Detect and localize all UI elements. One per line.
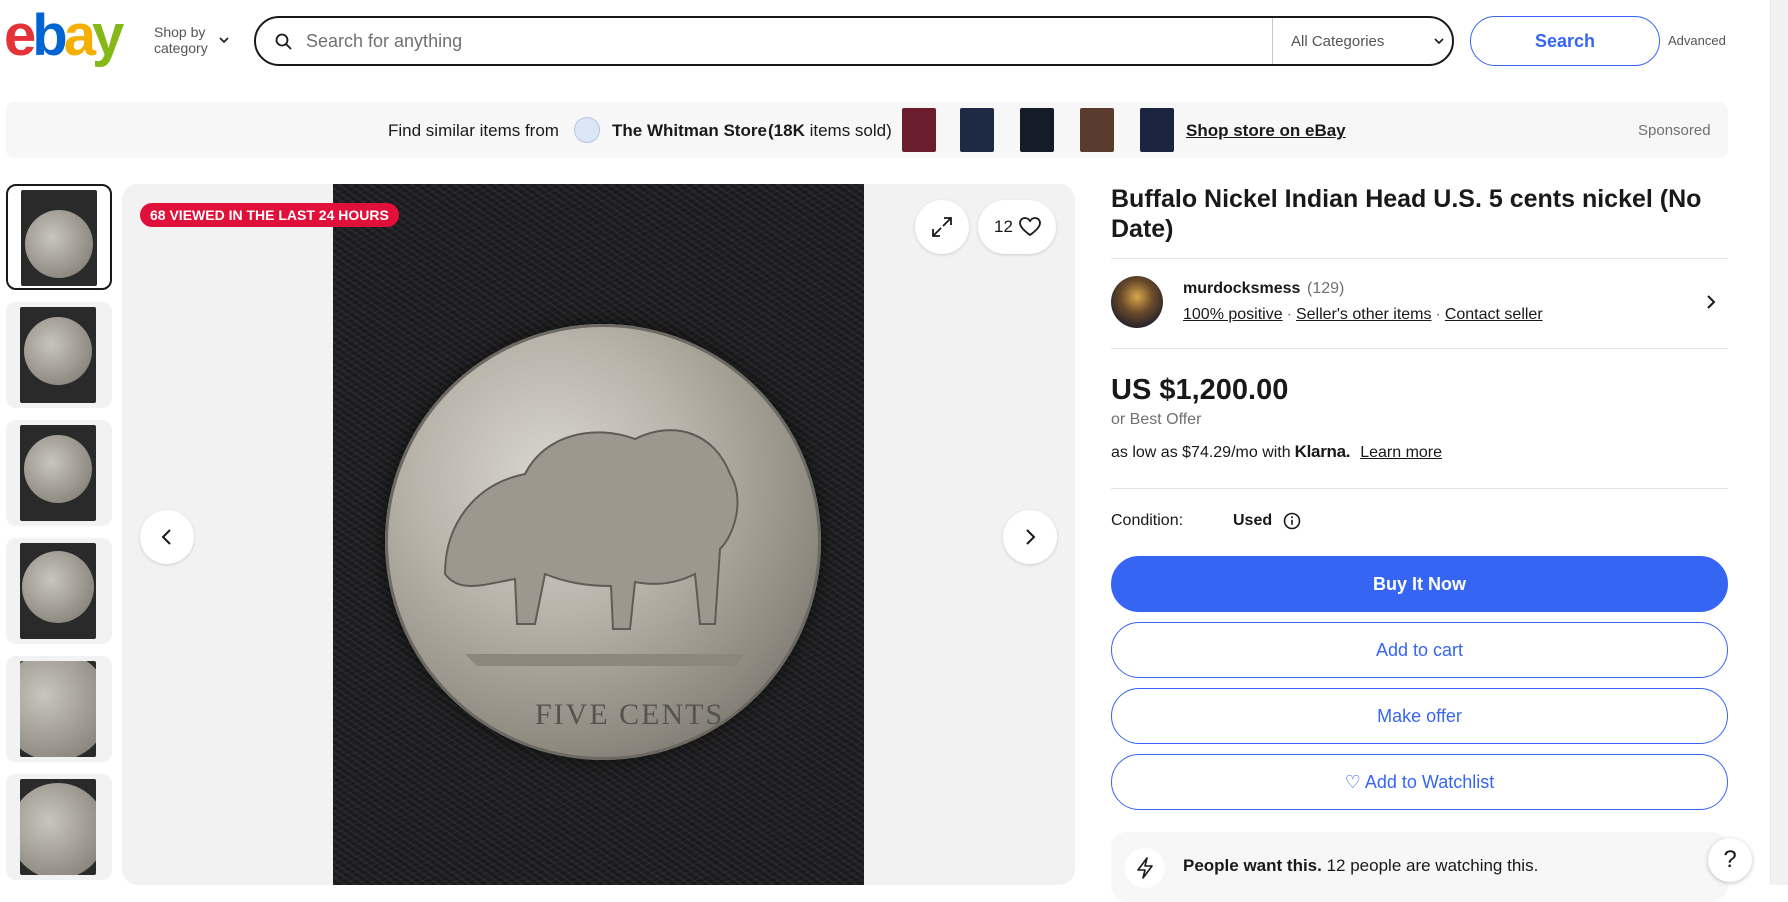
thumbnail-image: [21, 190, 97, 286]
price: US $1,200.00: [1111, 374, 1289, 406]
store-item-thumb[interactable]: [902, 108, 936, 152]
seller-name[interactable]: murdocksmess: [1183, 280, 1300, 298]
previous-image-button[interactable]: [140, 510, 194, 564]
klarna-logo: Klarna.: [1294, 442, 1351, 461]
thumbnail[interactable]: [6, 420, 112, 526]
items-sold-text: items sold): [809, 121, 892, 140]
store-item-thumb[interactable]: [1020, 108, 1054, 152]
people-want-text: People want this. 12 people are watching…: [1183, 856, 1538, 876]
thumbnail-image: [20, 661, 96, 757]
seller-other-items-link[interactable]: Seller's other items: [1296, 306, 1432, 323]
condition-value: Used: [1233, 512, 1273, 529]
thumbnail-image: [20, 779, 96, 875]
chevron-down-icon[interactable]: [218, 34, 230, 46]
positive-feedback-link[interactable]: 100% positive: [1183, 306, 1283, 323]
seller-links: 100% positive · Seller's other items · Conta…: [1183, 306, 1543, 323]
heart-icon: [1019, 217, 1041, 237]
listing-title: Buffalo Nickel Indian Head U.S. 5 cents …: [1111, 185, 1702, 243]
ebay-logo[interactable]: ebay: [4, 6, 138, 66]
search-bar: All Categories: [254, 16, 1454, 66]
chevron-left-icon: [161, 529, 171, 545]
thumbnail-image: [20, 425, 96, 521]
category-label: All Categories: [1291, 33, 1385, 50]
chevron-down-icon: [1434, 38, 1444, 45]
store-item-thumb[interactable]: [960, 108, 994, 152]
contact-seller-link[interactable]: Contact seller: [1445, 306, 1543, 323]
watch-count: 12: [994, 217, 1013, 236]
divider: [1111, 258, 1728, 259]
search-icon: [275, 33, 292, 50]
scrollbar[interactable]: [1770, 0, 1788, 885]
thumbnail[interactable]: [6, 302, 112, 408]
watch-count-button[interactable]: 12: [978, 200, 1056, 254]
svg-text:FIVE CENTS: FIVE CENTS: [535, 698, 724, 731]
shop-by-category[interactable]: Shop by category: [154, 24, 224, 56]
store-item-thumb[interactable]: [1080, 108, 1114, 152]
viewed-badge: 68 VIEWED IN THE LAST 24 HOURS: [140, 203, 399, 227]
logo-letter-a: a: [63, 3, 96, 68]
thumbnail[interactable]: [6, 184, 112, 290]
expand-icon: [932, 217, 952, 237]
search-button[interactable]: Search: [1470, 16, 1660, 66]
klarna-financing: as low as $74.29/mo with Klarna. Learn mor…: [1111, 442, 1442, 462]
chevron-right-icon[interactable]: [1703, 294, 1719, 310]
category-select[interactable]: All Categories: [1272, 18, 1452, 64]
lightning-icon: [1125, 848, 1165, 888]
seller-feedback-count[interactable]: (129): [1307, 280, 1344, 298]
store-item-thumb[interactable]: [1140, 108, 1174, 152]
add-to-watchlist-button[interactable]: ♡ Add to Watchlist: [1111, 754, 1728, 810]
header: ebay Shop by category All Categories Sea…: [0, 0, 1788, 82]
make-offer-button[interactable]: Make offer: [1111, 688, 1728, 744]
best-offer-label: or Best Offer: [1111, 411, 1202, 428]
items-sold-count: (18K: [768, 121, 805, 140]
thumbnail[interactable]: [6, 656, 112, 762]
buy-it-now-button[interactable]: Buy It Now: [1111, 556, 1728, 612]
people-want-bold: People want this.: [1183, 856, 1322, 875]
logo-letter-e: e: [4, 3, 36, 68]
divider: [1111, 348, 1728, 349]
people-want-rest: 12 people are watching this.: [1326, 856, 1539, 875]
seller-avatar[interactable]: [1111, 276, 1163, 328]
help-button[interactable]: ?: [1708, 838, 1752, 882]
chevron-right-icon: [1026, 529, 1036, 545]
advanced-search-link[interactable]: Advanced: [1668, 33, 1726, 48]
sponsored-store-bar: Find similar items from The Whitman Stor…: [6, 102, 1728, 158]
add-to-cart-button[interactable]: Add to cart: [1111, 622, 1728, 678]
klarna-prefix: as low as $74.29/mo with: [1111, 444, 1291, 461]
condition-label: Condition:: [1111, 512, 1184, 529]
next-image-button[interactable]: [1003, 510, 1057, 564]
store-logo-icon[interactable]: [574, 117, 600, 143]
store-name[interactable]: The Whitman Store: [612, 121, 767, 141]
listing-details: Buffalo Nickel Indian Head U.S. 5 cents …: [1111, 184, 1728, 902]
learn-more-link[interactable]: Learn more: [1360, 444, 1442, 461]
search-input[interactable]: [306, 20, 1306, 62]
thumbnail[interactable]: [6, 538, 112, 644]
find-similar-label: Find similar items from: [388, 121, 559, 140]
thumbnail[interactable]: [6, 774, 112, 880]
thumbnail-image: [20, 307, 96, 403]
sponsored-label: Sponsored: [1638, 122, 1711, 139]
thumbnail-image: [20, 543, 96, 639]
expand-button[interactable]: [915, 200, 969, 254]
divider: [1111, 488, 1728, 489]
info-icon[interactable]: [1283, 512, 1301, 530]
items-sold: (18K items sold): [768, 121, 892, 141]
main-image-viewer[interactable]: FIVE CENTS 68 VIEWED IN THE LAST 24 HOUR…: [122, 184, 1075, 885]
logo-letter-y: y: [91, 3, 124, 68]
product-photo: FIVE CENTS: [333, 184, 864, 885]
logo-letter-b: b: [32, 3, 67, 68]
people-want-banner: People want this. 12 people are watching…: [1111, 832, 1728, 902]
shop-store-link[interactable]: Shop store on eBay: [1186, 121, 1346, 141]
coin-image: FIVE CENTS: [385, 324, 821, 760]
